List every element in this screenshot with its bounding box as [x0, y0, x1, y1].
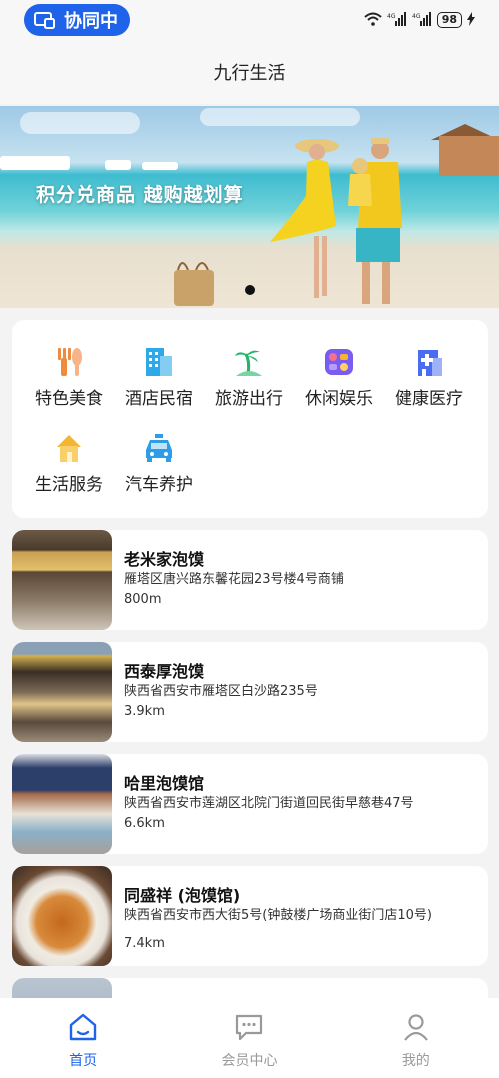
chat-icon: [234, 1012, 264, 1042]
shop-photo: [12, 754, 112, 854]
shop-address: 雁塔区唐兴路东馨花园23号楼4号商铺: [124, 572, 344, 587]
banner-boat: [142, 162, 178, 170]
category-label: 旅游出行: [215, 389, 283, 409]
multi-screen-icon: [34, 11, 56, 29]
category-food[interactable]: 特色美食: [24, 346, 114, 416]
carousel-indicator-dot[interactable]: [245, 285, 255, 295]
nav-label: 会员中心: [221, 1053, 278, 1069]
battery-level: 98: [436, 12, 462, 28]
collab-label: 协同中: [64, 11, 118, 32]
nav-home[interactable]: 首页: [0, 998, 166, 1078]
banner-boat: [0, 156, 70, 170]
nav-member-center[interactable]: 会员中心: [166, 998, 332, 1078]
car-care-icon: [144, 432, 174, 464]
category-home-service[interactable]: 生活服务: [24, 432, 114, 502]
nav-profile[interactable]: 我的: [333, 998, 499, 1078]
signal-icon-1: 4G: [387, 11, 407, 29]
shop-distance: 3.9km: [124, 704, 165, 719]
shop-distance: 6.6km: [124, 816, 165, 831]
shop-name: 西泰厚泡馍: [124, 662, 205, 681]
category-label: 健康医疗: [395, 389, 463, 409]
shop-address: 陕西省西安市莲湖区北院门街道回民街早慈巷47号: [124, 796, 414, 811]
banner-cloud: [200, 108, 360, 126]
nav-label: 首页: [69, 1053, 98, 1069]
wifi-icon: [364, 12, 382, 29]
shop-card[interactable]: 哈里泡馍馆 陕西省西安市莲湖区北院门街道回民街早慈巷47号 6.6km: [12, 754, 488, 854]
medical-icon: [414, 346, 444, 378]
category-label: 酒店民宿: [125, 389, 193, 409]
bottom-nav: 首页 会员中心 我的: [0, 998, 499, 1078]
banner-basket: [174, 262, 214, 306]
banner-family-figure: [270, 138, 402, 304]
charging-icon: [467, 11, 475, 29]
shop-card[interactable]: 西泰厚泡馍 陕西省西安市雁塔区白沙路235号 3.9km: [12, 642, 488, 742]
shop-photo: [12, 530, 112, 630]
page-title: 九行生活: [213, 63, 286, 84]
banner-cloud: [20, 112, 140, 134]
nav-label: 我的: [401, 1053, 430, 1069]
category-label: 特色美食: [35, 389, 103, 409]
category-travel[interactable]: 旅游出行: [204, 346, 294, 416]
category-grid: 特色美食 酒店民宿 旅游出行 休闲娱乐 健康医疗 生活服务 汽车养护: [12, 320, 488, 518]
category-label: 汽车养护: [125, 475, 193, 495]
shop-card[interactable]: 老米家泡馍 雁塔区唐兴路东馨花园23号楼4号商铺 800m: [12, 530, 488, 630]
hotel-icon: [144, 346, 174, 378]
food-icon: [54, 346, 84, 378]
shop-photo: [12, 642, 112, 742]
user-icon: [401, 1012, 431, 1042]
collab-status-pill[interactable]: 协同中: [24, 4, 130, 36]
banner-boat: [105, 160, 131, 170]
promo-banner[interactable]: 积分兑商品 越购越划算: [0, 106, 499, 308]
category-label: 生活服务: [35, 475, 103, 495]
shop-name: 同盛祥 (泡馍馆): [124, 886, 241, 905]
entertainment-icon: [324, 346, 354, 378]
category-car-care[interactable]: 汽车养护: [114, 432, 204, 502]
category-label: 休闲娱乐: [305, 389, 373, 409]
banner-slogan: 积分兑商品 越购越划算: [36, 184, 244, 206]
category-entertainment[interactable]: 休闲娱乐: [294, 346, 384, 416]
signal-icon-2: 4G: [412, 11, 432, 29]
banner-hut: [439, 136, 499, 176]
app-header: 九行生活: [0, 40, 499, 104]
shop-card[interactable]: 同盛祥 (泡馍馆) 陕西省西安市西大街5号(钟鼓楼广场商业街门店10号) 7.4…: [12, 866, 488, 966]
system-icons: 4G 4G 98: [364, 10, 475, 30]
travel-icon: [234, 346, 264, 378]
home-service-icon: [54, 432, 84, 464]
shop-name: 老米家泡馍: [124, 550, 205, 569]
shop-distance: 800m: [124, 592, 162, 607]
signal-1-label: 4G: [387, 13, 396, 20]
shop-photo: [12, 866, 112, 966]
shop-address: 陕西省西安市雁塔区白沙路235号: [124, 684, 318, 699]
home-icon: [68, 1012, 98, 1042]
status-bar: 协同中 4G 4G 98: [0, 0, 499, 40]
category-hotel[interactable]: 酒店民宿: [114, 346, 204, 416]
shop-distance: 7.4km: [124, 936, 165, 951]
category-medical[interactable]: 健康医疗: [384, 346, 474, 416]
shop-name: 哈里泡馍馆: [124, 774, 205, 793]
shop-address: 陕西省西安市西大街5号(钟鼓楼广场商业街门店10号): [124, 908, 432, 923]
signal-2-label: 4G: [412, 13, 421, 20]
